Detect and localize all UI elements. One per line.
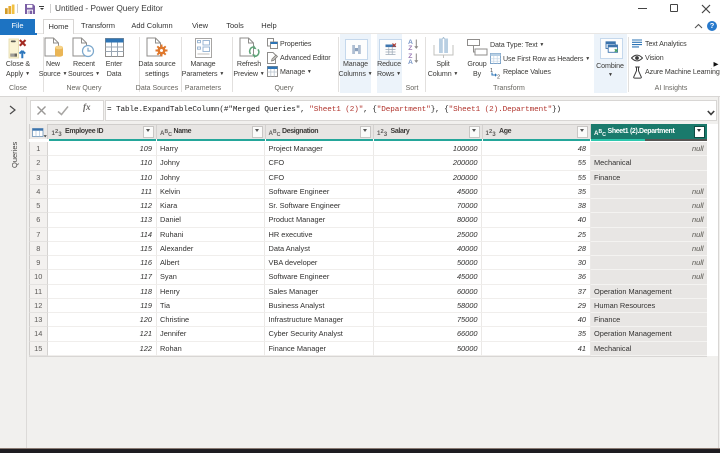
svg-text:2: 2 — [497, 74, 500, 79]
svg-text:A: A — [408, 59, 413, 64]
svg-text:Z: Z — [408, 45, 412, 50]
